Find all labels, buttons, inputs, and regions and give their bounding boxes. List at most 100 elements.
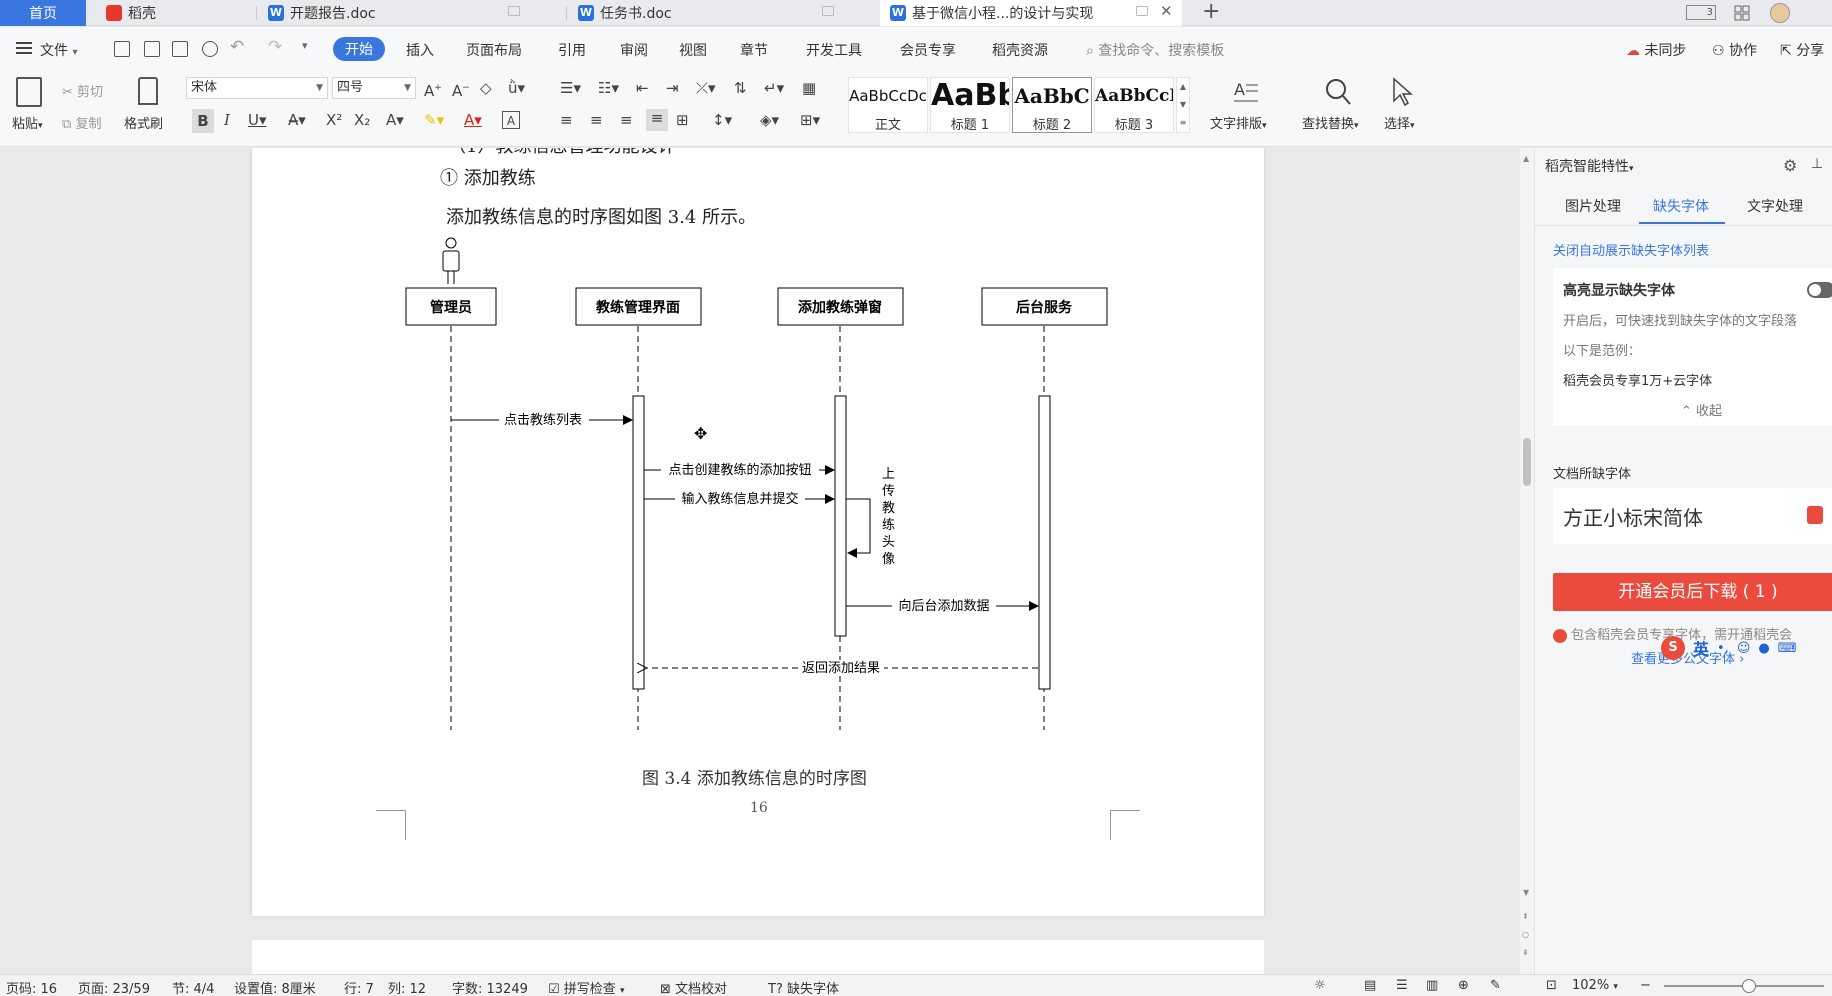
paste-icon[interactable] — [16, 77, 42, 107]
table-border-button[interactable]: ▦ — [802, 79, 816, 97]
tab-home[interactable]: 首页 — [0, 0, 86, 26]
tab-pin-icon[interactable] — [508, 6, 520, 16]
menu-devtools[interactable]: 开发工具 — [806, 40, 862, 60]
collapse-button[interactable]: ⌃ 收起 — [1681, 400, 1722, 419]
find-replace-icon[interactable] — [1322, 77, 1354, 107]
text-effect-button[interactable]: A▾ — [386, 111, 404, 129]
subscript-button[interactable]: X₂ — [354, 111, 370, 129]
highlight-button[interactable]: ✎▾ — [424, 111, 444, 129]
document-area[interactable]: （1）教练信息管理功能设计 ① 添加教练 添加教练信息的时序图如图 3.4 所示… — [0, 148, 1520, 974]
select-button[interactable]: 选择▾ — [1384, 113, 1415, 132]
zoom-slider-thumb[interactable] — [1742, 979, 1756, 993]
tab-image-processing[interactable]: 图片处理 — [1565, 196, 1621, 216]
find-replace-button[interactable]: 查找替换▾ — [1302, 113, 1359, 132]
vertical-scrollbar[interactable]: ▲ ▼ ⇞ ○ ⇟ — [1520, 148, 1534, 974]
save-icon[interactable] — [114, 41, 130, 57]
scroll-thumb[interactable] — [1523, 438, 1531, 486]
menu-resources[interactable]: 稻壳资源 — [992, 40, 1048, 60]
document-page[interactable]: （1）教练信息管理功能设计 ① 添加教练 添加教练信息的时序图如图 3.4 所示… — [252, 148, 1264, 916]
panel-title[interactable]: 稻壳智能特性▾ — [1545, 156, 1634, 176]
tab-missing-fonts[interactable]: 缺失字体 — [1653, 196, 1709, 216]
pin-icon[interactable]: ⊥ — [1811, 156, 1823, 172]
text-layout-button[interactable]: 文字排版▾ — [1210, 113, 1267, 132]
tab-close-icon[interactable]: ✕ — [1160, 2, 1173, 20]
grid-apps-icon[interactable] — [1734, 5, 1750, 21]
font-size-select[interactable]: 四号 ▼ — [332, 77, 416, 99]
new-tab-button[interactable]: + — [1202, 0, 1220, 24]
command-search[interactable]: ⌕ 查找命令、搜索模板 — [1086, 40, 1224, 60]
decrease-indent-button[interactable]: ⇤ — [636, 79, 649, 97]
superscript-button[interactable]: X² — [326, 111, 342, 129]
paste-button[interactable]: 粘贴▾ — [12, 113, 43, 132]
menu-layout[interactable]: 页面布局 — [466, 40, 522, 60]
cursor-select-icon[interactable] — [1390, 77, 1414, 107]
download-button[interactable]: 开通会员后下载 ( 1 ) — [1553, 573, 1832, 611]
tab-daoke[interactable]: 稻壳 — [96, 0, 256, 26]
export-icon[interactable] — [144, 41, 160, 57]
page-nav-icon[interactable]: ⇞ ○ ⇟ — [1522, 908, 1529, 962]
gear-icon[interactable]: ⚙ — [1783, 156, 1797, 175]
status-word-count[interactable]: 字数: 13249 — [452, 978, 528, 996]
keyboard-icon[interactable]: ⌨ — [1778, 641, 1797, 656]
style-heading3[interactable]: AaBbCcI 标题 3 — [1094, 77, 1174, 133]
format-painter-icon[interactable] — [138, 77, 158, 105]
status-page[interactable]: 页面: 23/59 — [78, 978, 150, 996]
font-name-select[interactable]: 宋体 ▼ — [186, 77, 328, 99]
collab-button[interactable]: ⚇ 协作 — [1712, 40, 1757, 60]
increase-indent-button[interactable]: ⇥ — [666, 79, 679, 97]
close-auto-show-link[interactable]: 关闭自动展示缺失字体列表 — [1553, 240, 1709, 259]
status-setting[interactable]: 设置值: 8厘米 — [234, 978, 316, 996]
numbered-list-button[interactable]: ☷▾ — [598, 79, 619, 97]
menu-insert[interactable]: 插入 — [406, 40, 434, 60]
grow-font-icon[interactable]: A+ — [424, 79, 442, 100]
status-row[interactable]: 行: 7 — [344, 978, 374, 996]
copy-button[interactable]: ⧉ 复制 — [62, 113, 101, 132]
clear-format-icon[interactable]: ◇ — [480, 79, 492, 97]
justify-button[interactable]: ≡ — [646, 109, 668, 131]
menu-view[interactable]: 视图 — [679, 40, 707, 60]
font-color-button[interactable]: A▾ — [464, 111, 482, 129]
line-spacing-button[interactable]: ↕▾ — [712, 111, 732, 129]
punctuation-icon[interactable]: •, — [1717, 641, 1729, 656]
align-center-button[interactable]: ≡ — [590, 111, 603, 129]
underline-button[interactable]: U▾ — [248, 111, 267, 129]
phonetic-icon[interactable]: ǜ▾ — [508, 79, 525, 97]
spell-check-button[interactable]: ☑ 拼写检查 ▾ — [548, 978, 624, 996]
ime-mode-toggle[interactable]: 英 — [1693, 636, 1709, 660]
align-left-button[interactable]: ≡ — [560, 111, 573, 129]
menu-reference[interactable]: 引用 — [558, 40, 586, 60]
next-page[interactable] — [252, 940, 1264, 974]
style-heading1[interactable]: AaBb 标题 1 — [930, 77, 1010, 133]
fit-page-icon[interactable]: ⊡ — [1546, 978, 1557, 993]
menu-review[interactable]: 审阅 — [620, 40, 648, 60]
scroll-down-icon[interactable]: ▼ — [1523, 888, 1529, 897]
doc-proof-button[interactable]: ⊠ 文档校对 — [660, 978, 727, 996]
style-heading2[interactable]: AaBbC 标题 2 — [1012, 77, 1092, 133]
avatar[interactable] — [1770, 3, 1790, 23]
undo-icon[interactable]: ↶ — [230, 37, 244, 57]
customize-toolbar-icon[interactable]: ▾ — [302, 39, 308, 52]
tab-pin-icon[interactable] — [1136, 6, 1148, 16]
shrink-font-icon[interactable]: A− — [452, 79, 470, 100]
web-view-icon[interactable]: ⊕ — [1458, 978, 1469, 993]
shading-button[interactable]: ◈▾ — [760, 111, 779, 129]
style-normal[interactable]: AaBbCcDc 正文 — [848, 77, 928, 133]
scroll-up-icon[interactable]: ▲ — [1523, 154, 1529, 163]
tab-text-processing[interactable]: 文字处理 — [1747, 196, 1803, 216]
window-layout-icon[interactable]: 3 — [1686, 5, 1716, 20]
menu-chapter[interactable]: 章节 — [740, 40, 768, 60]
hamburger-icon[interactable] — [16, 42, 32, 54]
menu-member[interactable]: 会员专享 — [900, 40, 956, 60]
bold-button[interactable]: B — [192, 109, 214, 133]
tab-pin-icon[interactable] — [822, 6, 834, 16]
sort-button[interactable]: ⇅ — [734, 79, 747, 97]
page-view-icon[interactable]: ▤ — [1364, 978, 1376, 993]
show-marks-button[interactable]: ↵▾ — [764, 79, 784, 97]
strikethrough-button[interactable]: A̶▾ — [288, 111, 306, 129]
align-right-button[interactable]: ≡ — [620, 111, 633, 129]
zoom-level[interactable]: 102% ▾ — [1572, 978, 1618, 993]
status-col[interactable]: 列: 12 — [388, 978, 426, 996]
italic-button[interactable]: I — [224, 111, 230, 129]
ime-toolbar[interactable]: S 英 •, ☺ ● ⌨ — [1661, 634, 1832, 662]
char-border-button[interactable]: A — [502, 111, 520, 129]
